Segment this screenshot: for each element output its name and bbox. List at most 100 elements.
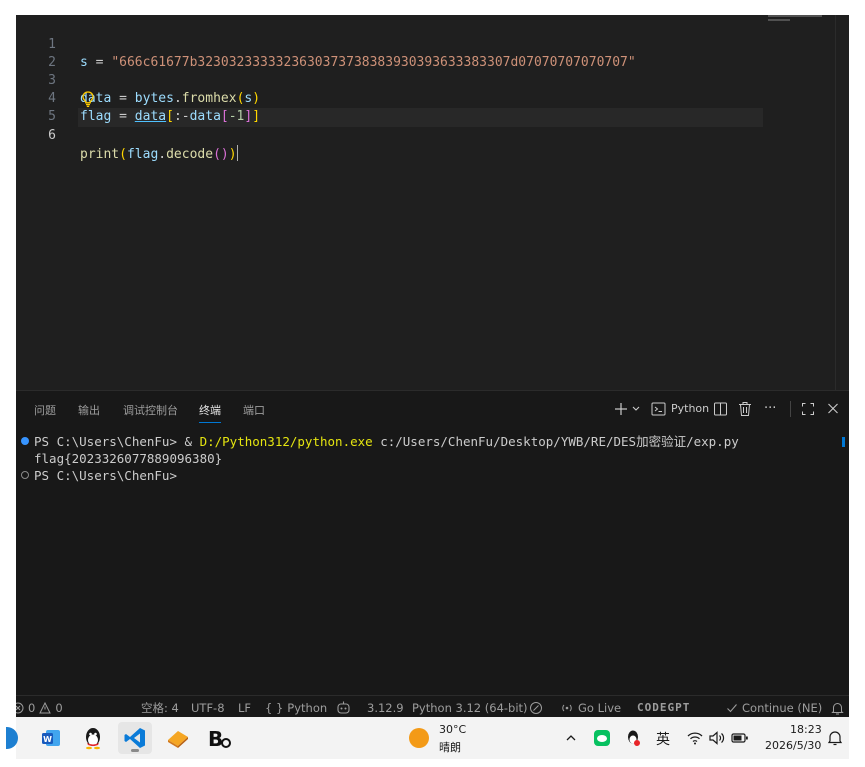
- check-icon: [727, 704, 737, 713]
- terminal-scrollbar[interactable]: [835, 433, 849, 693]
- tab-debug-console[interactable]: 调试控制台: [123, 402, 178, 418]
- qq-tray-icon[interactable]: [624, 729, 642, 747]
- go-live-button[interactable]: Go Live: [560, 700, 621, 716]
- trash-icon: [739, 402, 751, 416]
- code-line-6[interactable]: 6 print(flag.decode()): [16, 109, 849, 162]
- more-actions-icon[interactable]: ···: [764, 400, 776, 418]
- minimap[interactable]: [768, 15, 826, 27]
- status-bar: 0 0 空格: 4 UTF-8 LF { } Python 3.12.9 Pyt…: [16, 695, 849, 717]
- tab-output[interactable]: 输出: [78, 402, 100, 418]
- code-line-3[interactable]: 3 data = bytes.fromhex(s): [16, 54, 849, 106]
- word-icon[interactable]: W: [34, 722, 68, 754]
- code-line-5[interactable]: 5: [16, 90, 849, 124]
- command-pending-decoration-icon[interactable]: [21, 471, 29, 479]
- split-terminal-button[interactable]: [713, 400, 728, 418]
- braces-icon: { }: [265, 701, 284, 715]
- terminal-line-1: PS C:\Users\ChenFu> & D:/Python312/pytho…: [34, 433, 739, 450]
- tab-ports[interactable]: 端口: [243, 402, 265, 418]
- language-status[interactable]: { } Python: [265, 700, 327, 716]
- clock-date[interactable]: 2026/5/30: [765, 739, 821, 752]
- new-terminal-button[interactable]: [613, 400, 629, 418]
- code-editor[interactable]: 1 s = "666c61677b32303233333236303737383…: [16, 15, 849, 390]
- continue-label: Continue (NE): [742, 701, 823, 715]
- notification-center-icon[interactable]: [826, 729, 844, 747]
- clock-time[interactable]: 18:23: [790, 723, 822, 736]
- warning-icon: [39, 702, 52, 714]
- token-dot: .: [158, 147, 167, 162]
- warning-count: 0: [55, 701, 63, 715]
- token-fn: print: [80, 147, 120, 162]
- weather-desc[interactable]: 晴朗: [439, 739, 461, 755]
- error-icon: [16, 702, 24, 714]
- qq-icon[interactable]: [76, 722, 110, 754]
- split-icon: [714, 402, 727, 416]
- code-line-2[interactable]: 2: [16, 36, 849, 70]
- format-status[interactable]: [529, 700, 543, 716]
- weather-sun-icon[interactable]: [406, 722, 432, 754]
- copilot-status[interactable]: [336, 700, 351, 716]
- token-paren: (: [119, 147, 127, 162]
- python-version-status[interactable]: 3.12.9: [367, 700, 404, 716]
- terminal-amp: &: [184, 434, 200, 449]
- code-line-1[interactable]: 1 s = "666c61677b32303233333236303737383…: [16, 18, 849, 70]
- shell-label: Python: [671, 402, 710, 415]
- terminal-icon: [651, 402, 666, 416]
- notifications-button[interactable]: [831, 700, 844, 716]
- continue-status[interactable]: Continue (NE): [726, 700, 822, 716]
- terminal-shell-selector[interactable]: Python: [651, 400, 709, 418]
- chevron-up-icon[interactable]: [562, 729, 580, 747]
- editor-scrollbar[interactable]: [835, 15, 849, 390]
- text-caret: [236, 145, 238, 161]
- code-line-4[interactable]: 4 flag = data[:-data[-1]]: [16, 72, 849, 124]
- command-success-decoration-icon[interactable]: [21, 437, 29, 445]
- token-paren: ): [228, 147, 237, 162]
- wifi-icon[interactable]: [686, 729, 704, 747]
- weather-temp[interactable]: 30°C: [439, 723, 466, 736]
- go-live-label: Go Live: [578, 701, 622, 715]
- terminal-line-3: PS C:\Users\ChenFu>: [34, 468, 177, 483]
- app-icon-orange[interactable]: [161, 722, 195, 754]
- indentation-status[interactable]: 空格: 4: [141, 700, 179, 716]
- app-icon-bc[interactable]: B: [202, 722, 236, 754]
- edge-icon[interactable]: [2, 722, 22, 754]
- token-method: decode: [166, 147, 214, 162]
- eol-status[interactable]: LF: [238, 700, 251, 716]
- toolbar-divider: [790, 401, 791, 417]
- terminal-dropdown-button[interactable]: [631, 400, 641, 418]
- bottom-panel: 问题 输出 调试控制台 终端 端口 Python ··· PS C:\Users…: [16, 390, 849, 695]
- vscode-window: 1 s = "666c61677b32303233333236303737383…: [16, 15, 849, 717]
- terminal-output[interactable]: PS C:\Users\ChenFu> & D:/Python312/pytho…: [16, 433, 836, 693]
- maximize-panel-button[interactable]: [801, 400, 815, 418]
- svg-text:B: B: [208, 727, 223, 750]
- close-panel-button[interactable]: [826, 400, 840, 418]
- chevron-down-icon: [632, 406, 640, 411]
- error-count: 0: [28, 701, 36, 715]
- wechat-icon[interactable]: [593, 729, 611, 747]
- tab-terminal[interactable]: 终端: [199, 402, 221, 423]
- language-label: Python: [287, 701, 328, 715]
- terminal-script-path: c:/Users/ChenFu/Desktop/YWB/RE/DES加密验证/e…: [372, 434, 739, 449]
- problems-status[interactable]: 0 0: [16, 700, 63, 716]
- volume-icon[interactable]: [708, 729, 726, 747]
- bell-icon: [831, 703, 844, 715]
- svg-text:W: W: [43, 735, 52, 744]
- vscode-icon[interactable]: [118, 722, 152, 754]
- tab-problems[interactable]: 问题: [34, 402, 56, 418]
- line-number: 6: [48, 128, 56, 143]
- interpreter-status[interactable]: Python 3.12 (64-bit): [412, 700, 528, 716]
- plus-icon: [615, 403, 627, 415]
- ime-indicator[interactable]: 英: [656, 729, 670, 749]
- copilot-icon: [337, 701, 350, 714]
- battery-icon[interactable]: [731, 729, 749, 747]
- token-paren: (): [213, 147, 229, 162]
- active-app-indicator: [131, 749, 139, 752]
- windows-taskbar: W B 30°C 晴朗 英 18:23 2026/5/30: [6, 717, 849, 759]
- codegpt-status[interactable]: CODEGPT: [637, 700, 690, 716]
- maximize-icon: [802, 403, 814, 415]
- lightbulb-icon[interactable]: [80, 90, 96, 108]
- close-icon: [828, 403, 838, 414]
- feedback-icon: [530, 702, 542, 714]
- kill-terminal-button[interactable]: [738, 400, 752, 418]
- encoding-status[interactable]: UTF-8: [191, 700, 225, 716]
- terminal-exe-path: D:/Python312/python.exe: [199, 434, 373, 449]
